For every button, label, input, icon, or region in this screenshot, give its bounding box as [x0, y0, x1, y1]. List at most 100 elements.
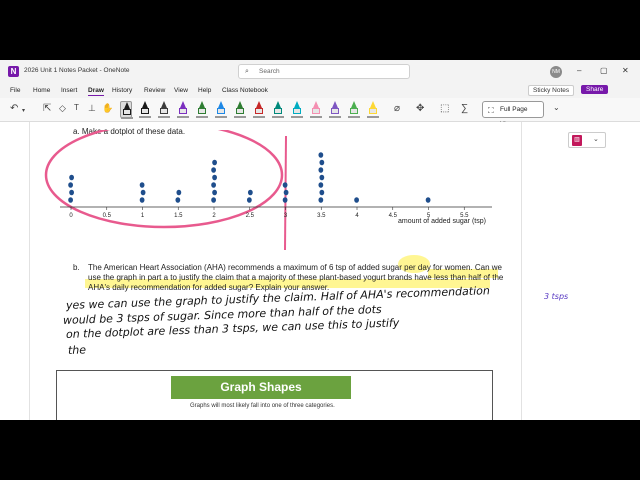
search-icon: ⌕ [245, 68, 249, 75]
dot-point [139, 182, 145, 188]
dot-point [318, 152, 324, 158]
shapes-icon[interactable]: ⬚ [440, 103, 449, 114]
dot-point [319, 189, 325, 196]
dot-point [211, 197, 217, 203]
dot-point [176, 189, 182, 196]
avatar[interactable]: NM [550, 66, 562, 78]
close-button[interactable]: ✕ [622, 66, 629, 75]
pen-14-icon[interactable] [367, 101, 379, 118]
x-tick-label: 0 [69, 213, 73, 219]
dot-point [211, 182, 217, 188]
pen-2-icon[interactable] [139, 101, 151, 118]
x-tick-label: 1.5 [174, 213, 183, 219]
pen-3-icon[interactable] [158, 101, 170, 118]
x-tick-label: 4 [355, 213, 359, 219]
menu-insert[interactable]: Insert [61, 87, 77, 94]
dot-point [139, 197, 145, 203]
search-box[interactable]: ⌕ Search [238, 64, 410, 79]
dot-point [425, 197, 431, 203]
dot-point [212, 159, 218, 166]
menu-history[interactable]: History [112, 87, 132, 94]
pen-7-icon[interactable] [234, 101, 246, 118]
dot-point [282, 182, 288, 188]
dot-point [318, 182, 324, 188]
menu-review[interactable]: Review [144, 87, 165, 94]
dot-point [140, 189, 146, 196]
onenote-logo-icon: N [8, 66, 19, 77]
dot-point [318, 167, 324, 173]
type-mode-icon[interactable]: T [74, 103, 79, 112]
ribbon-options-icon[interactable]: ⌄ [553, 103, 560, 112]
pen-11-icon[interactable] [310, 101, 322, 118]
pen-8-icon[interactable] [253, 101, 265, 118]
dotplot-chart: 0 0.5 1 1.5 2 2.5 3 3.5 4 4.5 5 5.5 amount of added… [44, 130, 492, 251]
dot-point [283, 189, 289, 196]
letterbox-top [0, 0, 640, 60]
handwriting-line-4: the [67, 343, 87, 357]
ink-to-math-icon[interactable]: ∑ [461, 103, 468, 114]
menu-file[interactable]: File [10, 87, 20, 94]
minimize-button[interactable]: – [577, 66, 581, 75]
ruler-icon[interactable]: ⌀ [394, 103, 400, 114]
lasso-select-icon[interactable]: ⇱ [43, 103, 51, 114]
full-page-view-button[interactable]: ⛶ Full Page View [482, 101, 544, 128]
hand-icon[interactable]: ✋ [102, 103, 113, 114]
pen-13-icon[interactable] [348, 101, 360, 118]
pen-5-icon[interactable] [196, 101, 208, 118]
graph-shapes-subtitle: Graphs will most likely fall into one of… [190, 403, 335, 409]
dot-point [282, 197, 288, 203]
x-tick-label: 2.5 [246, 213, 255, 219]
insert-space-icon[interactable]: ⊥ [88, 103, 96, 114]
share-button[interactable]: Share [581, 85, 609, 94]
dot-point [319, 159, 325, 166]
chevron-down-icon: ⌄ [593, 136, 599, 143]
maximize-button[interactable]: ▢ [600, 66, 608, 75]
menu-class-notebook[interactable]: Class Notebook [222, 87, 268, 94]
dot-point [319, 174, 325, 181]
pen-9-icon[interactable] [272, 101, 284, 118]
page-edge-right [521, 122, 522, 420]
full-page-icon: ⛶ [488, 106, 494, 115]
dot-point [69, 174, 74, 181]
pen-12-icon[interactable] [329, 101, 341, 118]
menu-draw[interactable]: Draw [88, 87, 104, 96]
pen-1-icon[interactable] [120, 101, 133, 119]
menu-home[interactable]: Home [33, 87, 50, 94]
notebook-button[interactable]: ▥ ⌄ [568, 132, 606, 148]
notebook-icon: ▥ [572, 135, 582, 146]
graph-shapes-title: Graph Shapes [171, 376, 351, 399]
page-edge-left [29, 122, 30, 420]
undo-dropdown-icon[interactable]: ▾ [22, 107, 25, 114]
dot-point [68, 182, 73, 188]
dot-point [212, 174, 218, 181]
menu-view[interactable]: View [174, 87, 188, 94]
dot-point [68, 197, 73, 203]
pen-4-icon[interactable] [177, 101, 189, 118]
sticky-notes-button[interactable]: Sticky Notes [528, 85, 575, 96]
dot-point [247, 189, 253, 196]
dot-point [175, 197, 181, 203]
pen-6-icon[interactable] [215, 101, 227, 118]
x-tick-label: 3.5 [317, 213, 326, 219]
draw-ribbon: ↶ ▾ ⇱ ◇ T ⊥ ✋ ⌀ ✥ ⬚ ∑ ⛶ Full Page View ⌄ [0, 98, 640, 128]
dot-point [318, 197, 324, 203]
x-tick-label: 1 [141, 213, 145, 219]
document-title: 2026 Unit 1 Notes Packet - OneNote [24, 67, 130, 74]
x-tick-label: 4.5 [389, 213, 398, 219]
move-icon[interactable]: ✥ [416, 103, 424, 114]
pen-10-icon[interactable] [291, 101, 303, 118]
dot-point [211, 167, 217, 173]
letterbox-bottom [0, 420, 640, 480]
eraser-icon[interactable]: ◇ [59, 103, 66, 114]
margin-note: 3 tsps [544, 292, 569, 301]
x-tick-label: 3 [284, 213, 288, 219]
search-placeholder: Search [259, 68, 280, 75]
title-bar: N 2026 Unit 1 Notes Packet - OneNote ⌕ S… [0, 60, 640, 84]
dot-point [69, 189, 74, 196]
undo-icon[interactable]: ↶ [10, 103, 18, 114]
x-axis-label: amount of added sugar (tsp) [398, 218, 486, 225]
menu-help[interactable]: Help [198, 87, 211, 94]
x-tick-label: 2 [212, 213, 216, 219]
question-b-label: b. [73, 263, 80, 272]
x-tick-label: 0.5 [103, 213, 112, 219]
